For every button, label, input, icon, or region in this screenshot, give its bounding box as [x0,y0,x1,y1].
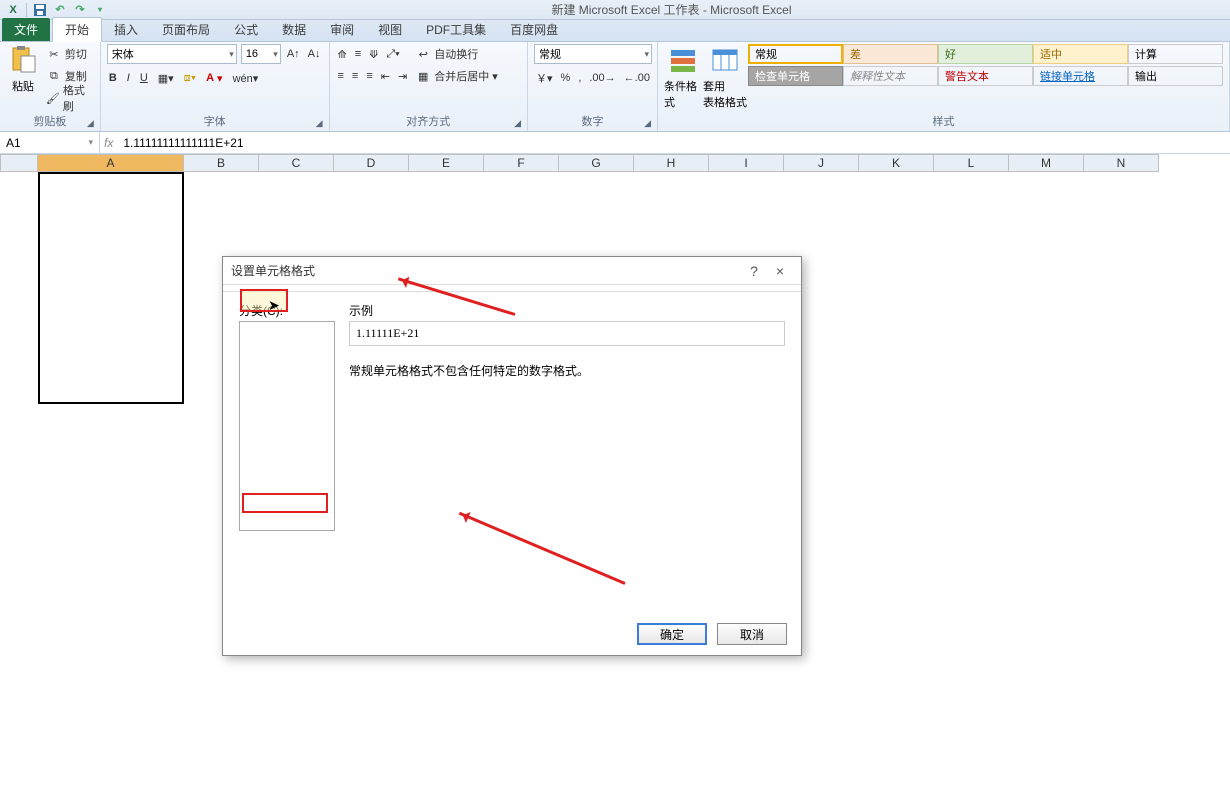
category-label: 分类(C): [239,302,335,319]
cursor-icon: ➤ [268,297,280,314]
dialog-tabs [223,285,801,292]
dialog-layer: 设置单元格格式 ? × 分类(C): 示例 1.11111E+21 常规单元格格… [0,0,1230,808]
format-cells-dialog: 设置单元格格式 ? × 分类(C): 示例 1.11111E+21 常规单元格格… [222,256,802,656]
preview-label: 示例 [349,302,785,319]
dialog-titlebar[interactable]: 设置单元格格式 ? × [223,257,801,285]
category-list[interactable] [239,321,335,531]
ok-button[interactable]: 确定 [637,623,707,645]
dialog-help-button[interactable]: ? [741,263,767,279]
dialog-close-button[interactable]: × [767,263,793,279]
dialog-title-text: 设置单元格格式 [231,262,315,279]
format-description: 常规单元格格式不包含任何特定的数字格式。 [349,362,785,379]
cancel-button[interactable]: 取消 [717,623,787,645]
preview-value: 1.11111E+21 [349,321,785,346]
